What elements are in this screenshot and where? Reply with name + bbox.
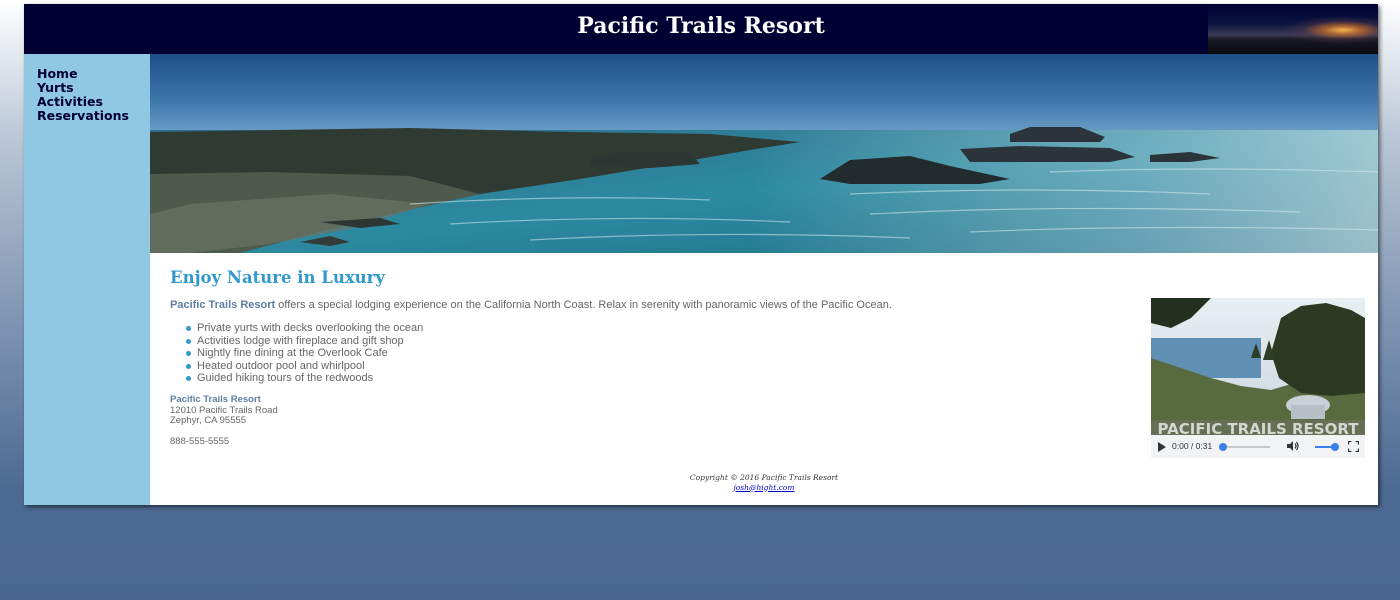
coastline-hero-image xyxy=(150,54,1378,253)
video-player[interactable]: PACIFIC TRAILS RESORT 0:00 / 0:31 xyxy=(1151,298,1365,458)
page-heading: Enjoy Nature in Luxury xyxy=(170,268,385,287)
nav-link-reservations[interactable]: Reservations xyxy=(37,109,147,123)
progress-knob[interactable] xyxy=(1219,443,1227,451)
site-title: Pacific Trails Resort xyxy=(577,13,825,39)
site-header: Pacific Trails Resort xyxy=(24,4,1378,54)
list-item: Activities lodge with fireplace and gift… xyxy=(185,335,423,348)
video-overlay-title: PACIFIC TRAILS RESORT xyxy=(1158,420,1360,435)
volume-slider[interactable] xyxy=(1315,443,1339,451)
nav-link-activities[interactable]: Activities xyxy=(37,95,147,109)
volume-knob[interactable] xyxy=(1331,443,1339,451)
contact-info: Pacific Trails Resort 12010 Pacific Trai… xyxy=(170,394,278,447)
site-footer: Copyright © 2016 Pacific Trails Resort j… xyxy=(150,473,1378,492)
features-list: Private yurts with decks overlooking the… xyxy=(185,322,424,385)
list-item: Private yurts with decks overlooking the… xyxy=(185,322,424,334)
intro-text: offers a special lodging experience on t… xyxy=(275,299,892,311)
fullscreen-icon[interactable] xyxy=(1348,441,1359,452)
intro-paragraph: Pacific Trails Resort offers a special l… xyxy=(170,299,1070,311)
contact-name: Pacific Trails Resort xyxy=(170,394,261,405)
copyright-text: Copyright © 2016 Pacific Trails Resort xyxy=(689,473,839,482)
footer-email-link[interactable]: josh@hight.com xyxy=(733,483,794,492)
resort-name-inline: Pacific Trails Resort xyxy=(170,299,276,311)
contact-city: Zephyr, CA 95555 xyxy=(170,415,247,426)
video-time: 0:00 / 0:31 xyxy=(1172,441,1213,451)
video-progress-bar[interactable] xyxy=(1219,443,1270,451)
video-frame[interactable]: PACIFIC TRAILS RESORT xyxy=(1151,298,1365,435)
list-item: Heated outdoor pool and whirlpool xyxy=(185,360,423,373)
contact-phone: 888-555-5555 xyxy=(170,435,230,447)
main-content: Enjoy Nature in Luxury Pacific Trails Re… xyxy=(150,54,1378,505)
play-icon[interactable] xyxy=(1158,442,1166,452)
video-controls: 0:00 / 0:31 xyxy=(1151,435,1365,458)
page-wrapper: Pacific Trails Resort Home Yurts Activit… xyxy=(24,4,1378,505)
list-item: Nightly fine dining at the Overlook Cafe xyxy=(185,347,423,360)
volume-icon[interactable] xyxy=(1285,439,1299,453)
main-navigation: Home Yurts Activities Reservations xyxy=(37,67,147,123)
nav-link-yurts[interactable]: Yurts xyxy=(37,81,147,95)
list-item: Guided hiking tours of the redwoods xyxy=(185,372,423,385)
nav-link-home[interactable]: Home xyxy=(37,67,147,81)
